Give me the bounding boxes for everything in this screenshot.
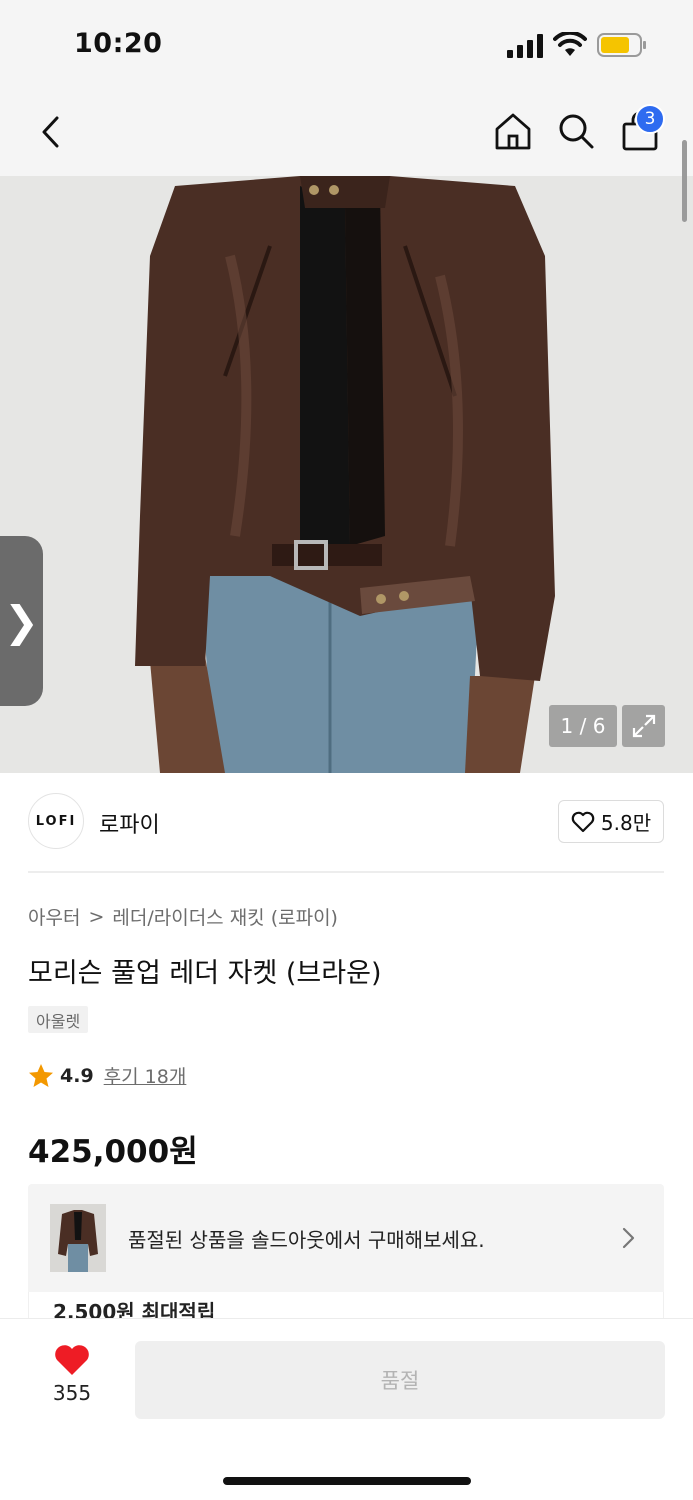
expand-image-button[interactable] <box>622 705 665 747</box>
heart-outline-icon <box>571 811 595 832</box>
heart-filled-icon <box>55 1345 89 1375</box>
reviews-link[interactable]: 후기 18개 <box>104 1062 187 1089</box>
rating-row: 4.9 후기 18개 <box>28 1062 186 1089</box>
breadcrumb: 아우터 > 레더/라이더스 재킷 (로파이) <box>28 903 338 930</box>
banner-text: 품절된 상품을 솔드아웃에서 구매해보세요. <box>128 1228 485 1252</box>
brand-name[interactable]: 로파이 <box>99 807 160 839</box>
wishlist-button[interactable]: 355 <box>30 1343 114 1423</box>
back-button[interactable] <box>30 110 70 154</box>
rating-value: 4.9 <box>60 1064 94 1087</box>
side-panel-tab[interactable]: ❯ <box>0 536 43 706</box>
breadcrumb-subcategory[interactable]: 레더/라이더스 재킷 (로파이) <box>112 903 338 930</box>
wishlist-count: 355 <box>52 1381 92 1405</box>
product-photo <box>0 176 693 773</box>
chevron-right-icon: ❯ <box>3 596 40 646</box>
banner-thumbnail <box>50 1204 106 1272</box>
product-title: 모리슨 풀업 레더 자켓 (브라운) <box>28 958 382 989</box>
battery-icon <box>597 33 646 57</box>
home-icon <box>495 113 531 150</box>
outlet-tag: 아울렛 <box>28 1006 89 1033</box>
search-icon <box>559 114 594 149</box>
cart-count-badge: 3 <box>635 104 665 134</box>
cellular-signal-icon <box>507 34 543 58</box>
soldout-button[interactable]: 품절 <box>135 1341 665 1419</box>
soldout-banner[interactable]: 품절된 상품을 솔드아웃에서 구매해보세요. <box>28 1184 664 1292</box>
home-button[interactable] <box>490 108 536 154</box>
expand-icon <box>632 714 655 738</box>
search-button[interactable] <box>554 108 598 154</box>
divider <box>28 871 664 873</box>
brand-like-button[interactable]: 5.8만 <box>558 800 664 843</box>
status-bar: 10:20 <box>0 0 693 88</box>
top-nav-bar <box>0 88 693 176</box>
image-counter: 1 / 6 <box>549 705 617 747</box>
breadcrumb-separator: > <box>88 905 105 928</box>
brand-logo[interactable]: LOFI <box>28 793 84 849</box>
chevron-right-icon <box>622 1227 635 1249</box>
brand-like-count: 5.8만 <box>600 811 652 835</box>
scroll-indicator[interactable] <box>682 140 687 222</box>
jacket-thumbnail-image <box>50 1204 106 1272</box>
product-image-gallery[interactable]: ❯ <box>0 176 693 773</box>
home-indicator <box>223 1477 471 1485</box>
wifi-icon <box>553 32 587 56</box>
status-time: 10:20 <box>74 28 163 59</box>
star-icon <box>29 1063 53 1087</box>
bottom-action-bar: 355 품절 <box>0 1318 693 1500</box>
chevron-left-icon <box>42 116 59 148</box>
product-price: 425,000원 <box>28 1134 198 1170</box>
breadcrumb-category[interactable]: 아우터 <box>28 903 80 930</box>
